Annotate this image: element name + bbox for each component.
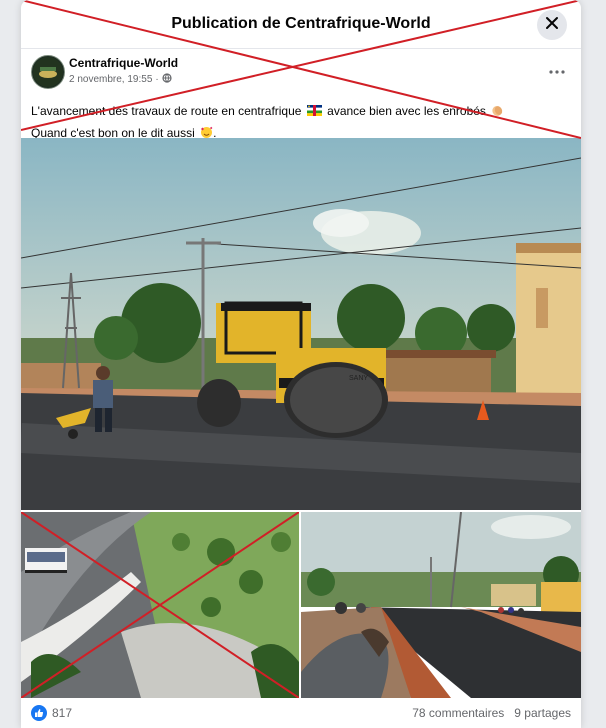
clapping-hands-emoji (491, 103, 504, 123)
page-avatar[interactable] (31, 55, 65, 89)
comments-count-link[interactable]: 78 commentaires (412, 706, 504, 720)
globe-icon[interactable] (162, 73, 172, 86)
post-dialog: Publication de Centrafrique-World Centra… (21, 0, 581, 728)
bottom-right-photo[interactable] (301, 512, 581, 698)
page-name-link[interactable]: Centrafrique-World (69, 56, 178, 70)
like-reaction-icon[interactable] (31, 705, 47, 721)
post-meta: 2 novembre, 19:55 · (69, 73, 172, 86)
post-text-part2: avance bien avec les enrobés (327, 104, 486, 118)
close-icon (545, 16, 559, 35)
bottom-left-photo[interactable] (21, 512, 299, 698)
close-button[interactable] (537, 10, 567, 40)
central-african-flag-emoji (306, 102, 322, 116)
meta-separator: · (155, 74, 159, 85)
reaction-count[interactable]: 817 (52, 706, 72, 720)
more-options-button[interactable] (549, 61, 565, 79)
post-header: Centrafrique-World 2 novembre, 19:55 · (21, 53, 581, 93)
main-photo[interactable]: SANY (21, 138, 581, 510)
shares-count-link[interactable]: 9 partages (514, 706, 571, 720)
post-stats-bar: 817 78 commentaires 9 partages (21, 698, 581, 728)
post-text-part1: L'avancement des travaux de route en cen… (31, 104, 302, 118)
more-options-icon (549, 61, 565, 78)
svg-text:SANY: SANY (349, 375, 368, 382)
post-date[interactable]: 2 novembre, 19:55 (69, 74, 152, 85)
dialog-header: Publication de Centrafrique-World (21, 0, 581, 49)
dialog-title: Publication de Centrafrique-World (171, 15, 431, 32)
